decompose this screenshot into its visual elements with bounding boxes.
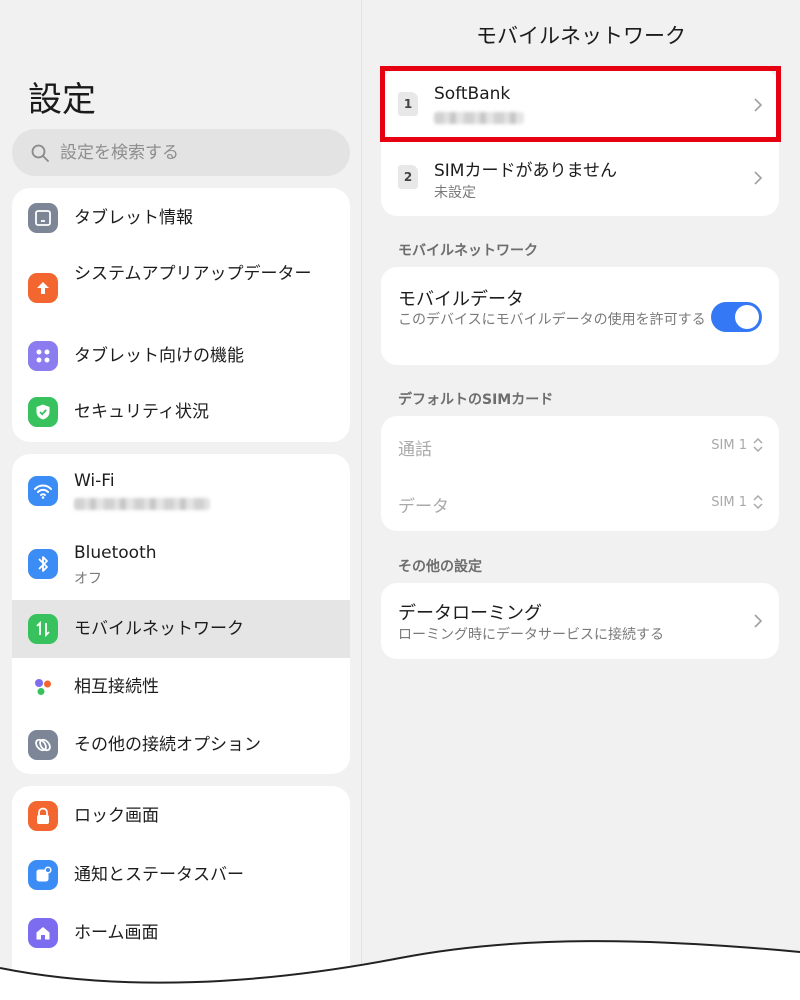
default-sim-data-row: データ SIM 1 (381, 474, 779, 531)
link-icon (28, 730, 58, 760)
sidebar-item-system-update[interactable]: システムアプリアップデーター (12, 248, 350, 328)
bluetooth-status: オフ (74, 571, 102, 587)
sim-row-2[interactable]: 2 SIMカードがありません 未設定 (381, 140, 779, 216)
section-header-mobile-network: モバイルネットワーク (398, 243, 538, 259)
sidebar-item-tablet-info[interactable]: タブレット情報 (12, 188, 350, 248)
sidebar-item-label: タブレット向けの機能 (74, 346, 244, 366)
sidebar-item-label: システムアプリアップデーター (74, 264, 312, 284)
data-label: データ (398, 497, 449, 517)
bluetooth-icon (28, 549, 58, 579)
chevron-right-icon (754, 614, 763, 628)
sidebar-item-notifications[interactable]: 通知とステータスバー (12, 846, 350, 904)
calls-label: 通話 (398, 440, 432, 460)
data-roaming-description: ローミング時にデータサービスに接続する (398, 627, 664, 643)
sim-number-redacted (434, 112, 524, 124)
sidebar-item-label: 通知とステータスバー (74, 865, 244, 885)
sidebar-item-other-connections[interactable]: その他の接続オプション (12, 716, 350, 774)
mobile-data-description: このデバイスにモバイルデータの使用を許可する (398, 312, 706, 328)
wifi-icon (28, 476, 58, 506)
notification-icon (28, 860, 58, 890)
data-roaming-title: データローミング (398, 603, 542, 624)
sidebar-item-security[interactable]: セキュリティ状況 (12, 384, 350, 442)
sidebar-item-label: タブレット情報 (74, 208, 193, 228)
data-roaming-row[interactable]: データローミング ローミング時にデータサービスに接続する (381, 583, 779, 659)
search-icon (31, 144, 49, 162)
sidebar-item-lock-screen[interactable]: ロック画面 (12, 786, 350, 846)
interconnect-icon (28, 672, 58, 702)
settings-title: 設定 (28, 80, 96, 120)
sim-list-card: 1 SoftBank 2 SIMカードがありません 未設定 (381, 70, 779, 216)
settings-group-device: タブレット情報 システムアプリアップデーター タブレット向けの機能 セキュリティ… (12, 188, 350, 442)
tablet-features-icon (28, 341, 58, 371)
sim-row-1[interactable]: 1 SoftBank (381, 70, 779, 140)
torn-edge-decoration (0, 940, 800, 1000)
settings-sidebar: 設定 タブレット情報 システムアプリアップデーター タブレット向けの機能 (0, 0, 362, 1000)
calls-sim-select: SIM 1 (711, 437, 763, 453)
toggle-knob (735, 305, 759, 329)
sidebar-item-label: ロック画面 (74, 806, 159, 826)
roaming-card: データローミング ローミング時にデータサービスに接続する (381, 583, 779, 659)
mobile-network-icon (28, 614, 58, 644)
sidebar-item-label: モバイルネットワーク (74, 619, 244, 639)
sidebar-item-wifi[interactable]: Wi-Fi (12, 454, 350, 528)
calls-sim-value: SIM 1 (711, 437, 747, 453)
mobile-data-title: モバイルデータ (398, 289, 524, 310)
up-down-chevron-icon (753, 437, 763, 453)
chevron-right-icon (754, 98, 763, 112)
default-sim-calls-row: 通話 SIM 1 (381, 416, 779, 474)
search-input[interactable] (60, 142, 320, 163)
mobile-data-toggle[interactable] (711, 302, 762, 332)
up-down-chevron-icon (753, 494, 763, 510)
sidebar-item-label: セキュリティ状況 (74, 402, 209, 422)
default-sim-card: 通話 SIM 1 データ SIM 1 (381, 416, 779, 531)
wifi-network-name-redacted (74, 498, 210, 510)
security-shield-icon (28, 397, 58, 427)
system-update-icon (28, 273, 58, 303)
sim-carrier-name: SoftBank (434, 84, 511, 104)
sidebar-item-label: Wi-Fi (74, 471, 115, 491)
page-title: モバイルネットワーク (476, 24, 686, 48)
section-header-other-settings: その他の設定 (398, 559, 482, 575)
sidebar-item-label: その他の接続オプション (74, 735, 261, 755)
chevron-right-icon (754, 171, 763, 185)
sidebar-item-interconnect[interactable]: 相互接続性 (12, 658, 350, 716)
data-sim-value: SIM 1 (711, 494, 747, 510)
sim-carrier-name: SIMカードがありません (434, 161, 617, 181)
pane-divider (361, 0, 362, 1000)
sidebar-item-label: 相互接続性 (74, 677, 159, 697)
sidebar-item-tablet-features[interactable]: タブレット向けの機能 (12, 328, 350, 384)
search-bar[interactable] (12, 129, 350, 176)
sidebar-item-mobile-network[interactable]: モバイルネットワーク (12, 600, 350, 658)
sim-slot-1-icon: 1 (398, 92, 418, 116)
sim-status: 未設定 (434, 185, 476, 201)
mobile-data-card: モバイルデータ このデバイスにモバイルデータの使用を許可する (381, 267, 779, 365)
mobile-data-row[interactable]: モバイルデータ このデバイスにモバイルデータの使用を許可する (381, 267, 779, 365)
section-header-default-sim: デフォルトのSIMカード (398, 392, 554, 408)
lock-icon (28, 801, 58, 831)
sidebar-item-label: Bluetooth (74, 543, 157, 563)
sim-slot-2-icon: 2 (398, 165, 418, 189)
tablet-info-icon (28, 203, 58, 233)
settings-group-connections: Wi-Fi Bluetooth オフ モバイルネットワーク 相互接続性 その他の… (12, 454, 350, 774)
data-sim-select: SIM 1 (711, 494, 763, 510)
sidebar-item-bluetooth[interactable]: Bluetooth オフ (12, 528, 350, 600)
